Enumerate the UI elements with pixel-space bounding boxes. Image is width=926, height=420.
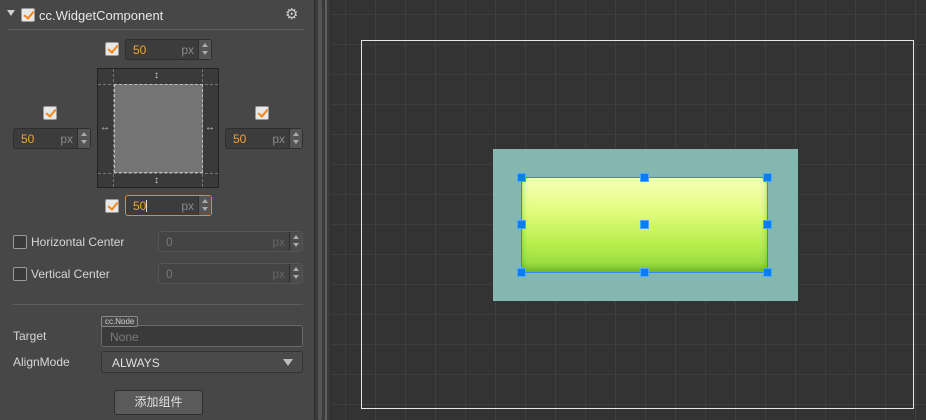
scrollbar-thumb[interactable] [318,0,322,420]
resize-handle-left[interactable] [517,220,526,229]
horizontal-center-label: Horizontal Center [31,235,125,249]
bottom-input[interactable]: 50 px [125,195,212,216]
vertical-center-checkbox[interactable] [13,267,27,281]
top-stepper[interactable] [198,40,211,59]
left-checkbox[interactable] [43,106,57,120]
scene-view[interactable] [331,0,926,420]
anchor-handle[interactable] [640,220,649,229]
panel-scrollbar[interactable] [314,0,330,420]
top-margin-arrow-icon: ↕ [154,70,159,81]
collapse-arrow-icon[interactable] [7,10,15,16]
bottom-margin-arrow-icon: ↕ [154,175,159,186]
component-header[interactable]: cc.WidgetComponent ⚙ [0,0,314,30]
alignmode-select[interactable]: ALWAYS [101,351,303,373]
horizontal-center-stepper [289,232,302,251]
right-stepper[interactable] [289,129,302,148]
chevron-down-icon [283,359,293,366]
resize-handle-bottom[interactable] [640,268,649,277]
component-title: cc.WidgetComponent [39,8,164,23]
target-label: Target [13,329,47,343]
right-checkbox[interactable] [255,106,269,120]
top-checkbox[interactable] [105,42,119,56]
right-input[interactable]: 50 px [225,128,303,149]
gear-icon[interactable]: ⚙ [285,7,298,23]
header-divider [8,29,304,30]
right-margin-arrow-icon: ↔ [205,122,215,133]
section-divider [13,304,303,305]
resize-handle-bottom-left[interactable] [517,268,526,277]
top-input[interactable]: 50 px [125,39,212,60]
inspector-panel: cc.WidgetComponent ⚙ 50 px 50 px ↕ ↕ ↔ ↔… [0,0,314,420]
resize-handle-top[interactable] [640,173,649,182]
resize-handle-top-right[interactable] [763,173,772,182]
component-enabled-checkbox[interactable] [21,8,35,22]
resize-handle-bottom-right[interactable] [763,268,772,277]
target-type-tag: cc.Node [101,316,139,327]
bottom-checkbox[interactable] [105,199,119,213]
vertical-center-input: 0 px [158,263,303,284]
left-stepper[interactable] [77,129,90,148]
alignment-preview: ↕ ↕ ↔ ↔ [97,68,219,188]
target-field[interactable]: None [101,325,303,347]
target-rect [114,84,203,173]
add-component-button[interactable]: 添加组件 [114,390,203,415]
resize-handle-right[interactable] [763,220,772,229]
target-placeholder: None [110,330,139,344]
resize-handle-top-left[interactable] [517,173,526,182]
left-margin-arrow-icon: ↔ [100,122,110,133]
horizontal-center-checkbox[interactable] [13,235,27,249]
alignmode-value: ALWAYS [112,356,160,370]
alignmode-label: AlignMode [13,355,70,369]
bottom-stepper[interactable] [198,196,211,215]
left-input[interactable]: 50 px [13,128,91,149]
vertical-center-label: Vertical Center [31,267,110,281]
horizontal-center-input: 0 px [158,231,303,252]
vertical-center-stepper [289,264,302,283]
